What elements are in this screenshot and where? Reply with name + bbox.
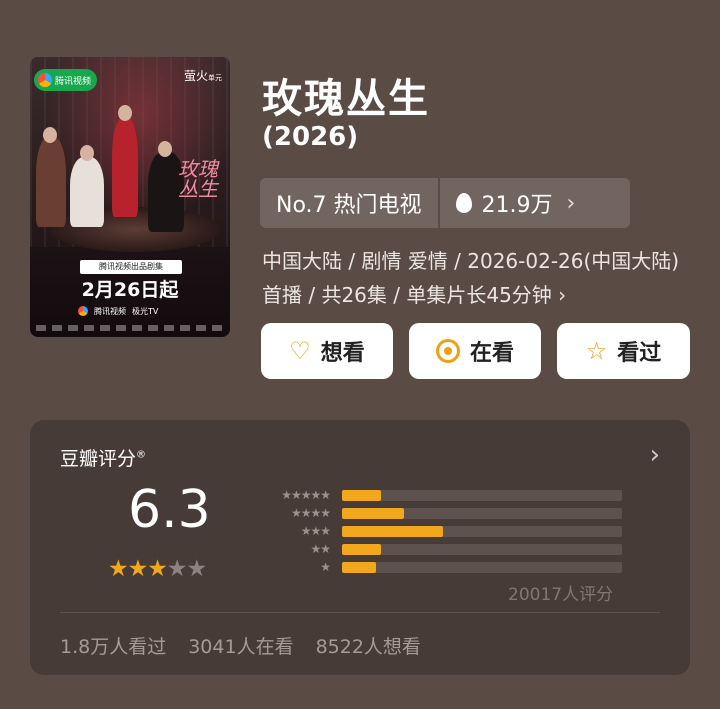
watched-button[interactable]: ☆ 看过 — [557, 323, 690, 379]
poster-figure-head — [118, 105, 132, 121]
rating-bar-stars: ★★★★★ — [281, 488, 331, 502]
audience-stats: 1.8万人看过 3041人在看 8522人想看 — [60, 632, 421, 659]
rating-stars: ★★★★★ — [108, 556, 208, 582]
watched-count[interactable]: 1.8万人看过 — [60, 632, 166, 659]
rank-label: No.7 热门电视 — [260, 178, 440, 228]
rating-count: 20017人评分 — [508, 585, 614, 605]
poster-date: 2月26日起 — [81, 279, 179, 301]
rating-card[interactable]: 豆瓣评分® › 6.3 ★★★★★ ★★★★★ ★★★★ ★★★ ★★ ★ 20017人… — [30, 420, 690, 675]
rating-bar-track — [342, 525, 622, 537]
rating-bar-fill — [342, 561, 376, 573]
target-icon — [435, 339, 460, 363]
chevron-right-icon[interactable]: › — [650, 440, 660, 470]
poster-figure — [36, 137, 66, 227]
rating-bar-row: ★★★ — [250, 522, 622, 540]
rating-bar-track — [342, 507, 622, 519]
rating-bar-stars: ★ — [320, 560, 331, 574]
rating-label-text: 豆瓣评分 — [60, 448, 137, 470]
tencent-video-icon — [78, 306, 88, 316]
poster-figure-head — [80, 145, 94, 161]
rating-bar-row: ★★★★★ — [250, 486, 622, 504]
star-icon: ★ — [166, 556, 188, 582]
poster-platform: 极光TV — [132, 306, 159, 316]
rating-bar-row: ★★★★ — [250, 504, 622, 522]
rating-bar-stars: ★★★★ — [290, 506, 331, 520]
star-icon: ★ — [147, 556, 168, 582]
poster-title-art: 玫瑰丛生 — [178, 157, 218, 201]
rating-label: 豆瓣评分® — [60, 444, 146, 471]
watching-label: 在看 — [469, 341, 514, 366]
poster-image[interactable]: 腾讯视频 萤火单元 玫瑰丛生 腾讯视频出品剧集 2月26日起 腾讯视频 极光TV — [30, 57, 230, 337]
watching-count[interactable]: 3041人在看 — [188, 632, 293, 659]
rating-score: 6.3 — [128, 480, 211, 540]
rating-bar-fill — [342, 543, 382, 555]
ranking-chip[interactable]: No.7 热门电视 21.9万 › — [260, 178, 630, 228]
rating-bar-row: ★ — [250, 558, 622, 576]
rating-bar-stars: ★★★ — [300, 524, 331, 538]
chevron-right-icon: › — [566, 190, 576, 216]
rating-bar-fill — [342, 507, 404, 519]
poster-banner: 腾讯视频出品剧集 — [80, 260, 182, 274]
poster-platforms: 腾讯视频 极光TV — [78, 304, 158, 318]
poster-figure-head — [158, 141, 172, 157]
divider — [60, 612, 660, 613]
poster-figure — [70, 157, 104, 227]
star-icon: ★ — [108, 556, 129, 582]
watching-button[interactable]: 在看 — [409, 323, 541, 379]
registered-mark: ® — [136, 449, 147, 461]
tencent-video-icon — [38, 73, 52, 87]
watched-label: 看过 — [617, 341, 662, 366]
want-to-watch-label: 想看 — [320, 341, 365, 366]
poster-figure — [112, 117, 138, 217]
release-year: (2026) — [262, 122, 359, 152]
rating-bar-row: ★★ — [250, 540, 622, 558]
poster-platform: 腾讯视频 — [94, 306, 126, 316]
want-to-watch-button[interactable]: ♡ 想看 — [261, 323, 393, 379]
star-outline-icon: ☆ — [585, 337, 608, 365]
rating-distribution: ★★★★★ ★★★★ ★★★ ★★ ★ — [250, 486, 622, 576]
page-title: 玫瑰丛生 — [262, 76, 430, 122]
rating-bar-fill — [342, 489, 382, 501]
heat-value: 21.9万 — [440, 187, 553, 219]
rating-bar-track — [342, 561, 622, 573]
rating-bar-fill — [342, 525, 443, 537]
show-meta-info[interactable]: 中国大陆 / 剧情 爱情 / 2026-02-26(中国大陆)首播 / 共26集… — [262, 244, 692, 312]
flame-icon — [455, 193, 472, 213]
star-icon: ★ — [127, 556, 149, 582]
studio-logo-sub: 单元 — [208, 74, 222, 82]
poster-figure-head — [43, 127, 57, 143]
heart-plus-icon: ♡ — [289, 337, 311, 365]
heat-number: 21.9万 — [481, 193, 553, 218]
want-count[interactable]: 8522人想看 — [316, 632, 421, 659]
rating-bar-stars: ★★ — [310, 542, 331, 556]
studio-logo-text: 萤火 — [183, 69, 208, 83]
rating-bar-track — [342, 489, 622, 501]
poster-credits — [36, 325, 224, 331]
rating-bar-track — [342, 543, 622, 555]
tencent-video-logo: 腾讯视频 — [34, 69, 98, 91]
studio-logo: 萤火单元 — [184, 67, 222, 84]
star-icon: ★ — [186, 556, 208, 582]
tencent-video-logo-text: 腾讯视频 — [55, 76, 92, 87]
